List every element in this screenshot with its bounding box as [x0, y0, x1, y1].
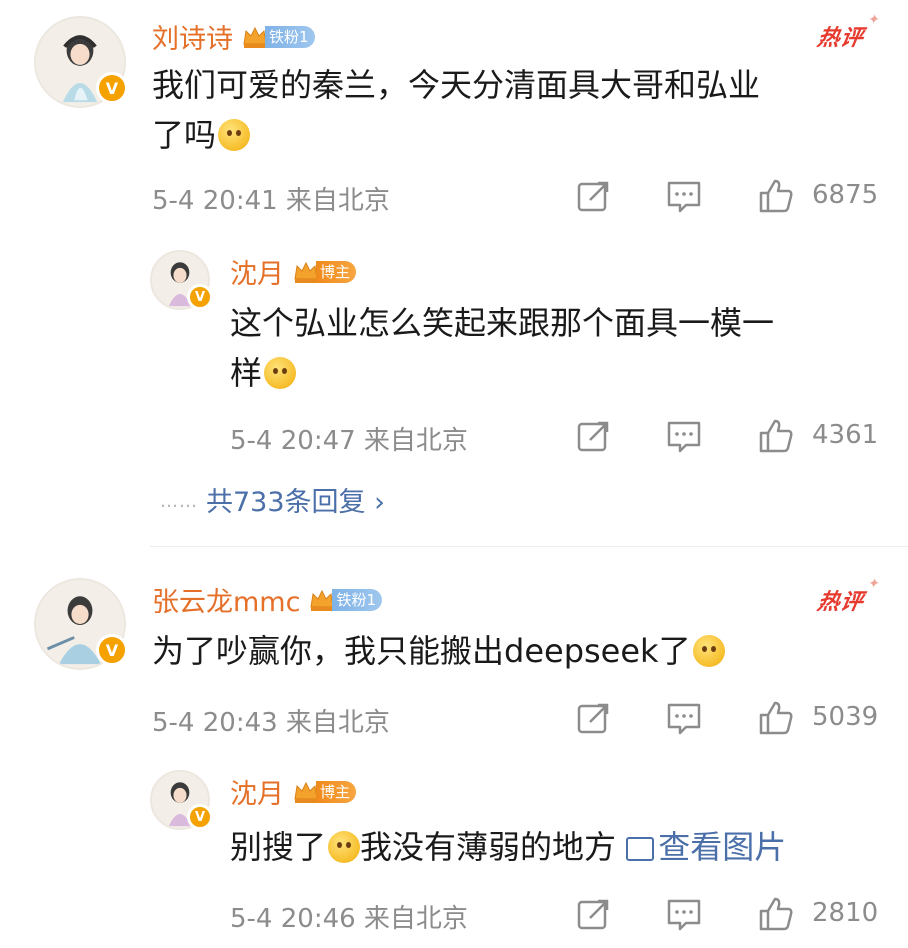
reply-meta-row: 5-4 20:46 来自北京 2810 [0, 894, 908, 934]
author-badge[interactable]: 博主 [292, 259, 357, 285]
share-icon[interactable] [576, 700, 612, 736]
share-icon[interactable] [576, 896, 612, 932]
reply-header: 沈月 博主 [230, 772, 357, 811]
verified-badge-icon: V [187, 804, 213, 830]
verified-badge-icon: V [96, 634, 128, 666]
comment-text-fragment: 了吗 [152, 116, 217, 154]
like-icon[interactable] [758, 178, 794, 214]
flame-icon: ✦ [866, 12, 883, 28]
comment-icon[interactable] [666, 418, 702, 454]
share-icon[interactable] [576, 418, 612, 454]
hot-label-text: 热评 [815, 26, 866, 51]
more-replies-link[interactable]: …… 共733条回复 › [160, 480, 385, 519]
comment-text: 我们可爱的秦兰，今天分清面具大哥和弘业 了吗 [152, 60, 872, 160]
hot-comment-label: 热评 ✦ [815, 12, 882, 52]
author-badge-label: 博主 [316, 260, 357, 283]
comment-icon[interactable] [666, 896, 702, 932]
flushed-face-icon [264, 357, 297, 389]
comment-text-line: 我们可爱的秦兰，今天分清面具大哥和弘业 [152, 66, 761, 104]
avatar[interactable]: V [34, 16, 128, 108]
like-count: 2810 [812, 898, 879, 928]
username[interactable]: 张云龙mmc [152, 580, 300, 619]
reply-text-line: 这个弘业怎么笑起来跟那个面具一模一 [230, 304, 775, 342]
reply-text-line: 样 [230, 348, 870, 398]
comment-text-fragment: 为了吵赢你，我只能搬出deepseek了 [152, 632, 691, 670]
comment-meta-row: 5-4 20:41 来自北京 6875 [0, 176, 908, 216]
comment-card: V 刘诗诗 铁粉1 热评 ✦ 我们可爱的秦兰，今天分清面具大哥和弘业 了吗 5-… [0, 0, 908, 548]
comment-text-line: 为了吵赢你，我只能搬出deepseek了 [152, 626, 872, 676]
fan-badge-label: 铁粉1 [332, 588, 382, 611]
like-icon[interactable] [758, 896, 794, 932]
timestamp-location: 5-4 20:47 来自北京 [230, 426, 468, 456]
divider [150, 546, 908, 547]
flame-icon: ✦ [866, 576, 883, 592]
reply-header: 沈月 博主 [230, 252, 357, 291]
author-badge[interactable]: 博主 [292, 779, 357, 805]
reply-text-fragment: 别搜了 [230, 828, 327, 866]
image-icon [626, 837, 655, 861]
reply-avatar[interactable]: V [150, 770, 213, 830]
comment-card: V 张云龙mmc 铁粉1 热评 ✦ 为了吵赢你，我只能搬出deepseek了 5… [0, 548, 908, 948]
like-icon[interactable] [758, 418, 794, 454]
fan-badge[interactable]: 铁粉1 [241, 24, 315, 50]
reply-username[interactable]: 沈月 [230, 252, 284, 291]
avatar[interactable]: V [34, 578, 128, 670]
verified-badge-icon: V [187, 284, 213, 310]
comment-text-line: 了吗 [152, 110, 872, 160]
hot-label-text: 热评 [815, 590, 866, 615]
thinking-face-icon [218, 119, 251, 151]
reply-text-fragment: 我没有薄弱的地方 [360, 828, 617, 866]
reply-username[interactable]: 沈月 [230, 772, 284, 811]
reply-text: 别搜了 我没有薄弱的地方 查看图片 [230, 822, 880, 872]
share-icon[interactable] [576, 178, 612, 214]
like-icon[interactable] [758, 700, 794, 736]
comment-text: 为了吵赢你，我只能搬出deepseek了 [152, 626, 872, 676]
reply-text: 这个弘业怎么笑起来跟那个面具一模一 样 [230, 298, 870, 398]
timestamp-location: 5-4 20:41 来自北京 [152, 186, 390, 216]
like-count: 5039 [812, 702, 879, 732]
smiling-face-icon [328, 831, 361, 863]
fan-badge[interactable]: 铁粉1 [308, 587, 382, 613]
comment-header: 刘诗诗 铁粉1 [152, 17, 315, 56]
reply-meta-row: 5-4 20:47 来自北京 4361 [0, 416, 908, 456]
ellipsis: …… [160, 491, 198, 512]
view-image-text: 查看图片 [658, 828, 787, 866]
verified-badge-icon: V [96, 72, 128, 104]
timestamp-location: 5-4 20:43 来自北京 [152, 708, 390, 738]
like-count: 4361 [812, 420, 879, 450]
view-image-link[interactable]: 查看图片 [626, 828, 786, 866]
author-badge-label: 博主 [316, 780, 357, 803]
comment-meta-row: 5-4 20:43 来自北京 5039 [0, 698, 908, 738]
comment-icon[interactable] [666, 178, 702, 214]
comment-icon[interactable] [666, 700, 702, 736]
hot-comment-label: 热评 ✦ [815, 576, 882, 616]
timestamp-location: 5-4 20:46 来自北京 [230, 904, 468, 934]
more-replies-text: 共733条回复 › [206, 487, 385, 518]
comment-header: 张云龙mmc 铁粉1 [152, 580, 382, 619]
thinking-face-icon [692, 635, 725, 667]
like-count: 6875 [812, 180, 879, 210]
fan-badge-label: 铁粉1 [265, 25, 315, 48]
reply-text-fragment: 样 [230, 354, 263, 392]
reply-avatar[interactable]: V [150, 250, 213, 310]
username[interactable]: 刘诗诗 [152, 17, 233, 56]
